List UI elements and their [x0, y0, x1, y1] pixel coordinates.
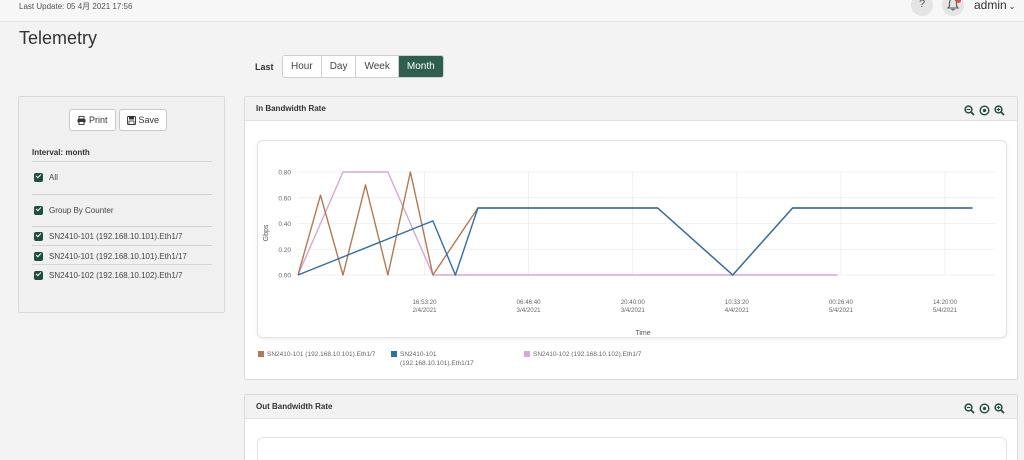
y-tick-label: 0.00	[278, 273, 291, 280]
x-tick-label: 20:40:00	[621, 299, 646, 306]
y-axis-label: Gbps	[263, 224, 270, 241]
chevron-down-icon: ⌄	[1008, 2, 1016, 11]
series-line	[297, 207, 973, 276]
print-icon	[77, 115, 86, 125]
checkbox-counter-1[interactable]: SN2410-101 (192.168.10.101).Eth1/7	[34, 232, 182, 241]
divider	[32, 245, 212, 246]
counter-label: SN2410-101 (192.168.10.101).Eth1/7	[49, 232, 183, 241]
divider	[32, 194, 212, 195]
x-tick-label: 3/4/2021	[621, 307, 646, 314]
print-label: Print	[89, 115, 108, 125]
card-title: In Bandwidth Rate	[256, 104, 326, 113]
x-axis-label: Time	[635, 330, 650, 337]
notifications-button[interactable]	[942, 0, 964, 16]
range-week-button[interactable]: Week	[356, 56, 399, 77]
legend-item-1[interactable]: SN2410-101 (192.168.10.101).Eth1/7	[258, 350, 375, 359]
legend-label: SN2410-101 (192.168.10.101).Eth1/7	[267, 351, 376, 358]
checkbox-group-label: Group By Counter	[49, 206, 114, 215]
y-tick-label: 0.40	[278, 221, 291, 228]
checkbox-all[interactable]: All	[34, 173, 58, 182]
legend-label: SN2410-102 (192.168.10.102).Eth1/7	[533, 351, 642, 358]
x-tick-label: 4/4/2021	[725, 307, 750, 314]
counter-label: SN2410-102 (192.168.10.102).Eth1/7	[49, 271, 183, 280]
card-header: Out Bandwidth Rate	[245, 395, 1017, 419]
range-label: Last	[255, 62, 274, 72]
range-selector: Hour Day Week Month	[282, 55, 444, 78]
legend-label: SN2410-101 (192.168.10.101).Eth1/17	[400, 351, 474, 367]
zoom-reset-icon[interactable]	[979, 401, 990, 414]
page-title: Telemetry	[19, 28, 98, 48]
legend-item-2[interactable]: SN2410-101 (192.168.10.101).Eth1/17	[391, 350, 511, 368]
user-name: admin	[974, 0, 1007, 12]
x-tick-label: 06:46:40	[517, 299, 542, 306]
range-day-button[interactable]: Day	[321, 56, 357, 77]
x-tick-label: 16:53:20	[412, 299, 437, 306]
checkbox-icon	[34, 271, 43, 280]
checkbox-icon	[34, 232, 43, 241]
divider	[32, 264, 212, 265]
card-tools	[964, 103, 1005, 116]
chart-svg: 0.80 0.60 0.40 0.20 0.00 16:53:202/4/2021 06:…	[263, 170, 995, 337]
checkbox-icon	[34, 206, 43, 215]
checkbox-counter-3[interactable]: SN2410-102 (192.168.10.102).Eth1/7	[34, 271, 182, 280]
in-bandwidth-card: In Bandwidth Rate 0.80 0.60 0.40 0.20 0.00 1…	[244, 96, 1018, 380]
x-tick-label: 10:33:20	[725, 299, 750, 306]
legend-swatch	[524, 351, 530, 357]
card-header: In Bandwidth Rate	[245, 97, 1017, 121]
user-menu[interactable]: admin ⌄	[974, 0, 1015, 12]
legend-item-3[interactable]: SN2410-102 (192.168.10.102).Eth1/7	[524, 350, 644, 359]
zoom-out-icon[interactable]	[964, 401, 975, 414]
divider	[32, 161, 212, 162]
notification-badge	[956, 0, 961, 3]
card-tools	[964, 401, 1005, 414]
x-tick-label: 2/4/2021	[412, 307, 437, 314]
in-bandwidth-chart[interactable]: 0.80 0.60 0.40 0.20 0.00 16:53:20 2/4/2021 06:…	[257, 140, 1007, 338]
zoom-out-icon[interactable]	[964, 103, 975, 116]
checkbox-group-by-counter[interactable]: Group By Counter	[34, 206, 113, 215]
interval-label: Interval: month	[32, 148, 90, 157]
counter-label: SN2410-101 (192.168.10.101).Eth1/17	[49, 252, 187, 261]
zoom-reset-icon[interactable]	[979, 103, 990, 116]
last-update-text: Last Update: 05 4月 2021 17:56	[19, 2, 133, 11]
x-tick-label: 00:26:40	[829, 299, 854, 306]
x-tick-label: 5/4/2021	[829, 307, 854, 314]
counter-panel: Print Save Interval: month All Group By …	[18, 96, 225, 313]
y-tick-label: 0.20	[278, 247, 291, 254]
zoom-in-icon[interactable]	[994, 401, 1005, 414]
checkbox-all-label: All	[49, 173, 58, 182]
save-button[interactable]: Save	[118, 109, 168, 131]
save-icon	[126, 115, 136, 125]
divider	[32, 226, 212, 227]
print-button[interactable]: Print	[69, 109, 116, 131]
help-button[interactable]: ?	[911, 0, 933, 16]
save-label: Save	[138, 115, 160, 125]
range-hour-button[interactable]: Hour	[283, 56, 322, 77]
out-bandwidth-chart[interactable]	[257, 437, 1007, 460]
legend-swatch	[391, 351, 397, 357]
x-tick-label: 3/4/2021	[517, 307, 542, 314]
y-tick-label: 0.60	[278, 195, 291, 202]
x-tick-label: 5/4/2021	[933, 307, 958, 314]
legend-swatch	[258, 351, 264, 357]
checkbox-icon	[34, 252, 43, 261]
x-axis: 16:53:202/4/202106:46:403/4/202120:40:00…	[412, 299, 957, 314]
chart-grid	[298, 171, 995, 276]
range-month-button[interactable]: Month	[398, 56, 443, 77]
panel-toolbar: Print Save	[69, 109, 168, 131]
checkbox-icon	[34, 173, 43, 182]
out-bandwidth-card: Out Bandwidth Rate	[244, 394, 1018, 460]
y-tick-label: 0.80	[278, 170, 291, 177]
checkbox-counter-2[interactable]: SN2410-101 (192.168.10.101).Eth1/17	[34, 252, 187, 261]
y-axis: 0.80 0.60 0.40 0.20 0.00	[278, 170, 291, 280]
top-bar: Last Update: 05 4月 2021 17:56 ? admin ⌄	[0, 0, 1024, 22]
x-tick-label: 14:20:00	[933, 299, 958, 306]
zoom-in-icon[interactable]	[994, 103, 1005, 116]
card-title: Out Bandwidth Rate	[256, 402, 333, 411]
